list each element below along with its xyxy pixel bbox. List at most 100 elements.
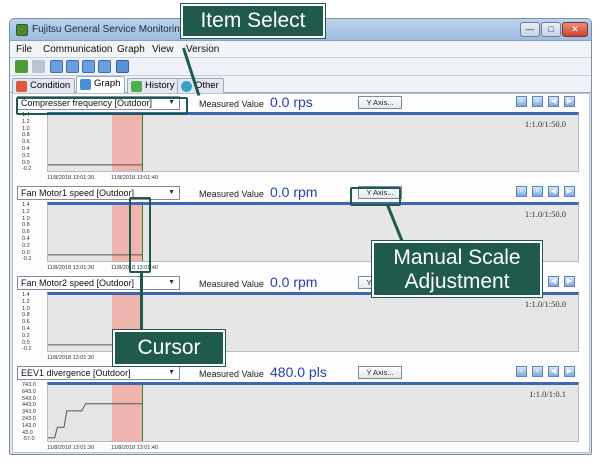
y-tick-label: 543.0: [22, 395, 36, 402]
close-button[interactable]: ✕: [562, 22, 588, 37]
window-title: Fujitsu General Service Monitoring: [32, 24, 186, 35]
toolbar: [10, 58, 591, 76]
zoom-in-icon[interactable]: ⌕: [516, 96, 527, 107]
leaf-icon[interactable]: [15, 60, 28, 73]
minimize-button[interactable]: —: [520, 22, 540, 37]
y-tick-label: 1.4: [22, 292, 30, 298]
app-window: Fujitsu General Service Monitoring — □ ✕…: [9, 18, 592, 455]
y-tick-label: 43.0: [22, 429, 33, 436]
y-tick-label: 743.0: [22, 382, 36, 388]
y-tick-label: 0.4: [22, 236, 30, 242]
trend-plot[interactable]: 1:1.0/1:0.1: [47, 382, 579, 442]
disconnect-icon[interactable]: [32, 60, 45, 73]
x-start-label: 11/8/2018 13:01:30: [47, 445, 94, 451]
chevron-down-icon: ▼: [168, 369, 175, 376]
tab-label: History: [145, 80, 175, 91]
y-tick-label: 0.0: [22, 339, 30, 346]
y-axis-button[interactable]: Y Axis...: [358, 366, 402, 379]
window-icon[interactable]: [50, 60, 63, 73]
scroll-left-icon[interactable]: ◀: [548, 186, 559, 197]
condition-icon: [16, 81, 27, 92]
x-start-label: 11/8/2018 13:01:30: [47, 265, 94, 271]
tab-graph[interactable]: Graph: [76, 76, 126, 93]
menu-version[interactable]: Version: [186, 44, 219, 55]
measured-value: 0.0 rpm: [270, 274, 318, 290]
window-icon[interactable]: [82, 60, 95, 73]
item-select-dropdown[interactable]: EEV1 divergence [Outdoor] ▼: [17, 366, 180, 380]
x-start-label: 11/8/2018 13:01:30: [47, 355, 94, 361]
tab-condition[interactable]: Condition: [12, 78, 76, 93]
trend-svg: [48, 403, 142, 439]
y-tick-label: 0.4: [22, 326, 30, 332]
item-select-dropdown[interactable]: Fan Motor2 speed [Outdoor] ▼: [17, 276, 180, 290]
history-icon: [131, 81, 142, 92]
scroll-right-icon[interactable]: ▶: [564, 96, 575, 107]
chevron-down-icon: ▼: [168, 189, 175, 196]
zoom-out-icon[interactable]: ⌕: [532, 366, 543, 377]
scroll-left-icon[interactable]: ◀: [548, 96, 559, 107]
item-select-value: EEV1 divergence [Outdoor]: [21, 368, 131, 378]
y-tick-label: 1.0: [22, 305, 30, 312]
y-tick-label: 0.8: [22, 132, 30, 139]
x-end-label: 11/8/2018 13:01:40: [111, 445, 158, 451]
y-axis-button[interactable]: Y Axis...: [358, 96, 402, 109]
cursor-highlight: [129, 197, 151, 273]
y-tick-label: -0.2: [22, 346, 32, 353]
graph-icon: [80, 79, 91, 90]
zoom-out-icon[interactable]: ⌕: [532, 96, 543, 107]
measured-value: 0.0 rpm: [270, 184, 318, 200]
list-icon[interactable]: [98, 60, 111, 73]
scroll-left-icon[interactable]: ◀: [548, 366, 559, 377]
menu-file[interactable]: File: [16, 44, 32, 55]
zoom-in-icon[interactable]: ⌕: [516, 186, 527, 197]
y-tick-label: 0.2: [22, 332, 30, 339]
manual-scale-line1: Manual Scale: [393, 246, 521, 269]
measured-value-label: Measured Value: [199, 369, 264, 379]
x-start-label: 11/8/2018 13:01:30: [47, 175, 94, 181]
y-tick-label: 343.0: [22, 409, 36, 416]
manual-scale-callout: Manual Scale Adjustment: [372, 241, 542, 297]
menu-graph[interactable]: Graph: [117, 44, 145, 55]
scroll-left-icon[interactable]: ◀: [548, 276, 559, 287]
measured-value: 480.0 pls: [270, 364, 327, 380]
menu-view[interactable]: View: [152, 44, 174, 55]
x-end-label: 11/8/2018 13:01:40: [111, 175, 158, 181]
chevron-down-icon: ▼: [168, 279, 175, 286]
y-tick-label: 1.0: [22, 215, 30, 222]
scroll-right-icon[interactable]: ▶: [564, 276, 575, 287]
zoom-out-icon[interactable]: ⌕: [532, 186, 543, 197]
menu-communication[interactable]: Communication: [43, 44, 112, 55]
app-icon: [16, 24, 28, 36]
y-tick-label: 0.2: [22, 242, 30, 249]
y-tick-label: -57.0: [22, 436, 35, 443]
y-tick-label: 243.0: [22, 416, 36, 422]
y-tick-label: 1.2: [22, 118, 30, 125]
graph-section: EEV1 divergence [Outdoor] ▼ Measured Value…: [13, 364, 589, 454]
scroll-right-icon[interactable]: ▶: [564, 186, 575, 197]
manual-scale-line2: Adjustment: [404, 270, 510, 293]
tab-other[interactable]: Other: [177, 78, 224, 93]
cursor-pointer: [140, 272, 143, 330]
y-axis-ticks: 743.0 643.0 543.0 443.0 343.0 243.0 143.0 43.0-…: [22, 382, 46, 444]
tab-label: Graph: [94, 78, 121, 89]
y-tick-label: 1.2: [22, 298, 30, 305]
tab-bar: Condition Graph History Other: [10, 76, 591, 93]
exit-icon[interactable]: [116, 60, 129, 73]
measured-value-label: Measured Value: [199, 279, 264, 289]
y-tick-label: 0.8: [22, 312, 30, 319]
window-icon[interactable]: [66, 60, 79, 73]
zoom-in-icon[interactable]: ⌕: [516, 366, 527, 377]
y-tick-label: 0.4: [22, 146, 30, 152]
y-tick-label: 0.0: [22, 249, 30, 256]
y-tick-label: 643.0: [22, 388, 36, 395]
maximize-button[interactable]: □: [541, 22, 561, 37]
item-select-highlight: [16, 97, 188, 115]
scroll-right-icon[interactable]: ▶: [564, 366, 575, 377]
tab-history[interactable]: History: [127, 78, 180, 93]
item-select-dropdown[interactable]: Fan Motor1 speed [Outdoor] ▼: [17, 186, 180, 200]
trend-plot[interactable]: 1:1.0/1:50.0: [47, 112, 579, 172]
y-tick-label: -0.2: [22, 256, 32, 263]
item-select-callout: Item Select: [181, 4, 325, 38]
tab-label: Condition: [30, 80, 71, 91]
measured-value-label: Measured Value: [199, 189, 264, 199]
